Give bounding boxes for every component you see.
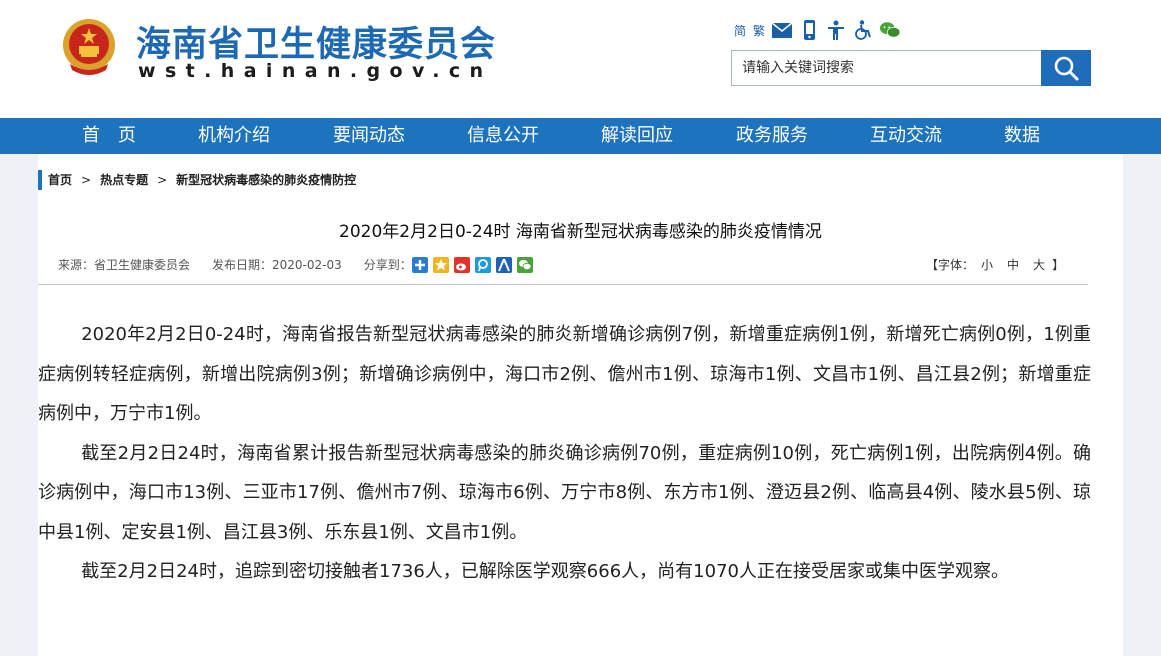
- share-wechat-icon[interactable]: [516, 256, 533, 273]
- nav-item-interaction[interactable]: 互动交流: [870, 118, 942, 154]
- font-size-controls: 【字体： 小中大】: [926, 256, 1064, 273]
- font-size-large[interactable]: 大: [1033, 258, 1045, 272]
- breadcrumb-topic[interactable]: 热点专题: [100, 173, 148, 187]
- nav-item-interpretation[interactable]: 解读回应: [601, 118, 673, 154]
- article-paragraph: 截至2月2日24时，追踪到密切接触者1736人，已解除医学观察666人，尚有10…: [81, 561, 1009, 582]
- search-input[interactable]: [731, 50, 1041, 86]
- wheelchair-icon[interactable]: [853, 20, 873, 40]
- nav-item-organization[interactable]: 机构介绍: [198, 118, 270, 154]
- font-size-bracket: 】: [1052, 258, 1065, 272]
- share-qzone-icon[interactable]: [432, 256, 449, 273]
- site-domain: wst.hainan.gov.cn: [138, 60, 493, 82]
- nav-item-services[interactable]: 政务服务: [736, 118, 808, 154]
- article-date: 发布日期：2020-02-03: [212, 258, 342, 272]
- nav-item-data[interactable]: 数据: [1004, 118, 1040, 154]
- font-size-small[interactable]: 小: [981, 258, 993, 272]
- font-size-medium[interactable]: 中: [1007, 258, 1019, 272]
- traditional-chinese-link[interactable]: 繁: [753, 22, 765, 39]
- mobile-icon[interactable]: [799, 20, 819, 40]
- article-panel: 首页 > 热点专题 > 新型冠状病毒感染的肺炎疫情防控 2020年2月2日0-24时 海…: [38, 154, 1123, 656]
- search-icon: [1054, 56, 1079, 81]
- article-body: 2020年2月2日0-24时，海南省报告新型冠状病毒感染的肺炎新增确诊病例7例，…: [38, 315, 1091, 592]
- share-weibo-icon[interactable]: [453, 256, 470, 273]
- article-source: 来源：省卫生健康委员会: [58, 258, 191, 272]
- header-tools: 简 繁: [734, 19, 901, 41]
- share-tencent-icon[interactable]: [474, 256, 491, 273]
- breadcrumb: 首页 > 热点专题 > 新型冠状病毒感染的肺炎疫情防控: [38, 170, 356, 190]
- breadcrumb-separator: >: [81, 173, 92, 187]
- share-renren-icon[interactable]: [495, 256, 512, 273]
- share-more-icon[interactable]: [411, 256, 428, 273]
- font-size-label: 【字体：: [926, 258, 975, 272]
- breadcrumb-home[interactable]: 首页: [48, 173, 72, 187]
- mail-icon[interactable]: [772, 20, 793, 40]
- divider: [38, 284, 1088, 285]
- article-paragraph: 截至2月2日24时，海南省累计报告新型冠状病毒感染的肺炎确诊病例70例，重症病例…: [38, 442, 1091, 543]
- nav-item-disclosure[interactable]: 信息公开: [467, 118, 539, 154]
- nav-item-home[interactable]: 首 页: [82, 118, 136, 154]
- main-nav: 首 页 机构介绍 要闻动态 信息公开 解读回应 政务服务 互动交流 数据: [0, 118, 1161, 154]
- search-button[interactable]: [1041, 50, 1091, 86]
- wechat-icon[interactable]: [880, 20, 901, 40]
- breadcrumb-separator: >: [157, 173, 168, 187]
- share-label: 分享到：: [363, 258, 412, 272]
- accessibility-icon[interactable]: [826, 20, 846, 40]
- national-emblem-icon: [63, 19, 115, 75]
- article-title: 2020年2月2日0-24时 海南省新型冠状病毒感染的肺炎疫情情况: [339, 222, 822, 242]
- nav-item-news[interactable]: 要闻动态: [333, 118, 405, 154]
- site-header: 海南省卫生健康委员会 wst.hainan.gov.cn 简 繁: [0, 0, 1161, 118]
- simplified-chinese-link[interactable]: 简: [734, 22, 746, 39]
- article-meta: 来源：省卫生健康委员会 发布日期：2020-02-03 分享到：: [58, 256, 538, 273]
- article-paragraph: 2020年2月2日0-24时，海南省报告新型冠状病毒感染的肺炎新增确诊病例7例，…: [38, 324, 1091, 424]
- breadcrumb-current[interactable]: 新型冠状病毒感染的肺炎疫情防控: [176, 173, 356, 187]
